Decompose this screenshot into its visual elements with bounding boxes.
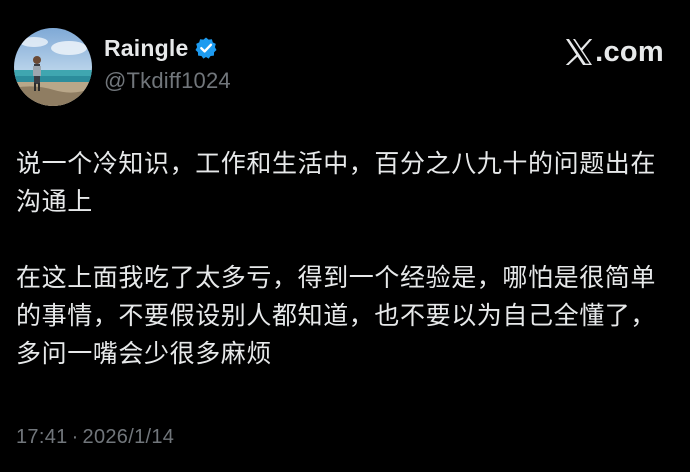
x-com-brand: .com [564, 32, 664, 72]
tweet-date: 2026/1/14 [82, 426, 175, 448]
timestamp-separator: · [71, 426, 79, 448]
tweet-text: 说一个冷知识，工作和生活中，百分之八九十的问题出在沟通上 在这上面我吃了太多亏，… [16, 145, 676, 373]
tweet-paragraph-1: 说一个冷知识，工作和生活中，百分之八九十的问题出在沟通上 [16, 149, 657, 216]
brand-domain-text: .com [595, 35, 664, 68]
name-row: Raingle [104, 32, 231, 64]
avatar-image [14, 28, 92, 106]
x-logo-icon [564, 37, 594, 67]
avatar[interactable] [14, 28, 92, 106]
display-name[interactable]: Raingle [104, 35, 188, 62]
user-handle[interactable]: @Tkdiff1024 [104, 68, 231, 94]
tweet-paragraph-2: 在这上面我吃了太多亏，得到一个经验是，哪怕是很简单的事情，不要假设别人都知道，也… [16, 263, 657, 368]
tweet-card: Raingle @Tkdiff1024 .com 说一个冷知识，工作和生活中，百… [0, 0, 690, 472]
timestamp[interactable]: 17:41 · 2026/1/14 [16, 426, 174, 449]
author-block: Raingle @Tkdiff1024 [104, 32, 231, 94]
tweet-time: 17:41 [16, 426, 68, 448]
verified-badge-icon [194, 36, 218, 60]
